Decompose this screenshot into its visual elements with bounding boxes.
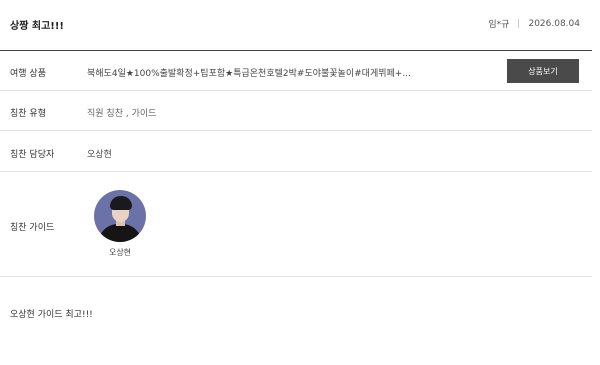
review-date: 2026.08.04 [528, 18, 580, 29]
guide-card[interactable]: 오상현 [92, 190, 148, 258]
view-product-button[interactable]: 상품보기 [507, 59, 579, 83]
meta-divider [518, 19, 520, 28]
praise-type-row: 칭찬 유형 직원 칭찬 , 가이드 [0, 91, 592, 131]
avatar-hair-shape [110, 196, 132, 210]
product-row: 여행 상품 북해도4일★100%출발확정+팁포함★특급온천호텔2박#도야불꽃놀이… [0, 51, 592, 91]
praise-manager-value: 오상현 [87, 150, 112, 160]
praise-guide-label: 칭찬 가이드 [10, 223, 55, 233]
review-meta: 임*규 2026.08.04 [488, 17, 580, 31]
praise-manager-row: 칭찬 담당자 오상현 [0, 131, 592, 172]
author-name: 임*규 [488, 20, 510, 30]
review-title: 상짱 최고!!! [10, 21, 64, 32]
praise-manager-label: 칭찬 담당자 [10, 150, 55, 160]
guide-avatar [94, 190, 146, 242]
avatar-body-shape [98, 224, 142, 242]
product-link[interactable]: 북해도4일★100%출발확정+팁포함★특급온천호텔2박#도야불꽃놀이#대게뷔페+… [87, 66, 422, 79]
guide-name: 오상현 [108, 248, 132, 257]
praise-type-value: 직원 칭찬 , 가이드 [87, 109, 157, 119]
review-header: 상짱 최고!!! 임*규 2026.08.04 [0, 0, 592, 51]
review-comment: 오상현 가이드 최고!!! [10, 310, 93, 320]
praise-type-label: 칭찬 유형 [10, 109, 46, 119]
praise-guide-row: 칭찬 가이드 오상현 [0, 172, 592, 277]
product-label: 여행 상품 [10, 69, 46, 79]
